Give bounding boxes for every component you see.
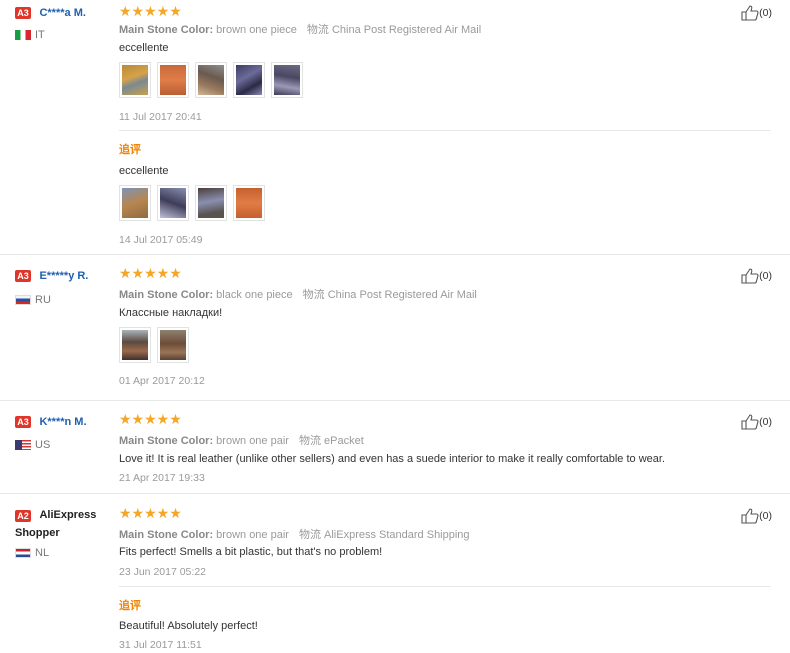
followup-label: 追评 (119, 600, 141, 612)
review-date: 11 Jul 2017 20:41 (119, 111, 202, 123)
review-photo[interactable] (195, 62, 227, 98)
shipping-label: 物流 (302, 289, 325, 301)
star-rating: ★★★★★ (119, 3, 182, 19)
shipping-value: AliExpress Standard Shipping (324, 529, 470, 541)
level-badge: A3 (15, 415, 31, 428)
shipping-value: ePacket (324, 435, 364, 447)
reviewer-name[interactable]: E*****y R. (39, 270, 88, 282)
followup-date: 14 Jul 2017 05:49 (119, 234, 203, 246)
helpful-count: (0) (759, 415, 772, 428)
reviewer: A3 K****n M. (15, 413, 87, 431)
thumbs-up-icon (741, 5, 759, 21)
attr-label: Main Stone Color: (119, 289, 214, 301)
star-rating: ★★★★★ (119, 505, 182, 521)
review-text: Love it! It is real leather (unlike othe… (119, 453, 665, 465)
flag-it-icon (15, 29, 31, 40)
helpful-button[interactable]: (0) (741, 268, 772, 284)
thumbs-up-icon (741, 414, 759, 430)
review-photo[interactable] (157, 62, 189, 98)
flag-us-icon (15, 439, 31, 450)
attr-value: black one piece (216, 289, 293, 301)
reviewer: A3 C****a M. (15, 4, 86, 22)
thumbs-up-icon (741, 508, 759, 524)
helpful-button[interactable]: (0) (741, 414, 772, 430)
reviewer-name[interactable]: K****n M. (39, 416, 86, 428)
reviewer-country: IT (15, 26, 45, 44)
followup-date: 31 Jul 2017 11:51 (119, 639, 202, 651)
level-badge: A3 (15, 6, 31, 19)
followup-photos (119, 185, 729, 221)
reviewer-country: RU (15, 291, 51, 309)
shipping-value: China Post Registered Air Mail (331, 24, 482, 36)
flag-ru-icon (15, 294, 31, 305)
review-photo[interactable] (271, 62, 303, 98)
review-text: Fits perfect! Smells a bit plastic, but … (119, 546, 383, 558)
country-code: IT (35, 28, 45, 41)
level-badge: A2 (15, 509, 31, 522)
review-photo[interactable] (233, 62, 265, 98)
country-code: US (35, 438, 51, 451)
review-photos (119, 62, 729, 98)
review-attributes: Main Stone Color: brown one piece 物流 Chin… (119, 21, 729, 37)
review-date: 23 Jun 2017 05:22 (119, 566, 206, 578)
reviewer-country: US (15, 436, 50, 454)
review-photo[interactable] (233, 185, 265, 221)
attr-label: Main Stone Color: (119, 529, 214, 541)
review-date: 21 Apr 2017 19:33 (119, 472, 205, 484)
shipping-label: 物流 (298, 529, 321, 541)
helpful-count: (0) (759, 269, 772, 282)
review-attributes: Main Stone Color: brown one pair 物流 AliEx… (119, 526, 729, 542)
followup-label: 追评 (119, 144, 141, 156)
reviewer: A3 E*****y R. (15, 267, 88, 285)
review-photo[interactable] (119, 327, 151, 363)
review-attributes: Main Stone Color: black one piece 物流 Chin… (119, 286, 729, 302)
level-badge: A3 (15, 269, 31, 282)
attr-label: Main Stone Color: (119, 435, 214, 447)
helpful-count: (0) (759, 509, 772, 522)
shipping-label: 物流 (298, 435, 321, 447)
reviewer-country: NL (15, 544, 49, 562)
flag-nl-icon (15, 547, 31, 558)
reviewer: A2 AliExpress Shopper (15, 507, 110, 543)
followup-text: Beautiful! Absolutely perfect! (119, 620, 258, 632)
star-rating: ★★★★★ (119, 265, 182, 281)
attr-label: Main Stone Color: (119, 24, 214, 36)
review-photo[interactable] (119, 185, 151, 221)
shipping-value: China Post Registered Air Mail (327, 289, 477, 301)
followup-text: eccellente (119, 165, 169, 177)
review-text: eccellente (119, 42, 169, 54)
review-attributes: Main Stone Color: brown one pair 物流 ePack… (119, 432, 729, 448)
review-text: Классные накладки! (119, 307, 223, 319)
attr-value: brown one piece (216, 24, 297, 36)
country-code: RU (35, 293, 51, 306)
helpful-button[interactable]: (0) (741, 508, 772, 524)
attr-value: brown one pair (216, 435, 289, 447)
attr-value: brown one pair (216, 529, 289, 541)
review-photo[interactable] (157, 185, 189, 221)
review-photo[interactable] (195, 185, 227, 221)
review-photos (119, 327, 729, 363)
star-rating: ★★★★★ (119, 411, 182, 427)
country-code: NL (35, 546, 50, 559)
review-photo[interactable] (119, 62, 151, 98)
review-photo[interactable] (157, 327, 189, 363)
thumbs-up-icon (741, 268, 759, 284)
review-date: 01 Apr 2017 20:12 (119, 375, 205, 387)
helpful-count: (0) (759, 6, 772, 19)
reviewer-name[interactable]: C****a M. (39, 7, 85, 19)
shipping-label: 物流 (306, 24, 329, 36)
helpful-button[interactable]: (0) (741, 5, 772, 21)
